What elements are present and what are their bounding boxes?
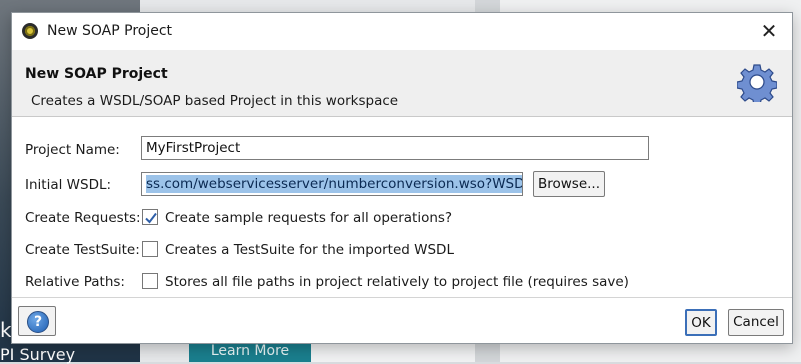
relative-paths-checkbox[interactable] (142, 273, 158, 289)
help-icon: ? (27, 311, 49, 333)
cancel-button[interactable]: Cancel (728, 309, 784, 336)
create-requests-checkbox[interactable] (142, 209, 158, 225)
dialog-title: New SOAP Project (47, 23, 173, 39)
ok-button[interactable]: OK (685, 309, 717, 336)
create-testsuite-text: Creates a TestSuite for the imported WSD… (165, 242, 454, 258)
create-requests-text: Create sample requests for all operation… (165, 210, 453, 226)
close-icon[interactable]: ✕ (757, 19, 781, 43)
relative-paths-text: Stores all file paths in project relativ… (165, 274, 629, 290)
soapui-icon (22, 23, 38, 39)
create-testsuite-checkbox[interactable] (142, 241, 158, 257)
create-testsuite-label: Create TestSuite: (25, 242, 140, 258)
dialog-header: New SOAP Project Creates a WSDL/SOAP bas… (12, 50, 792, 117)
header-description: Creates a WSDL/SOAP based Project in thi… (31, 93, 399, 109)
help-button[interactable]: ? (18, 306, 56, 336)
new-soap-project-dialog: New SOAP Project ✕ New SOAP Project Crea… (11, 12, 793, 344)
checkmark-icon (145, 212, 157, 224)
gear-icon (737, 64, 777, 102)
background-left-subtext: PI Survey (0, 345, 76, 364)
project-name-label: Project Name: (25, 142, 120, 158)
create-requests-label: Create Requests: (25, 210, 141, 226)
initial-wsdl-input[interactable]: ss.com/webservicesserver/numberconversio… (141, 172, 523, 196)
relative-paths-label: Relative Paths: (25, 274, 125, 290)
initial-wsdl-value: ss.com/webservicesserver/numberconversio… (146, 175, 522, 193)
footer-divider (12, 297, 792, 298)
project-name-input[interactable] (141, 136, 649, 160)
initial-wsdl-label: Initial WSDL: (25, 177, 112, 193)
dialog-titlebar: New SOAP Project ✕ (12, 13, 792, 50)
header-title: New SOAP Project (25, 66, 168, 82)
browse-button[interactable]: Browse... (533, 171, 605, 197)
